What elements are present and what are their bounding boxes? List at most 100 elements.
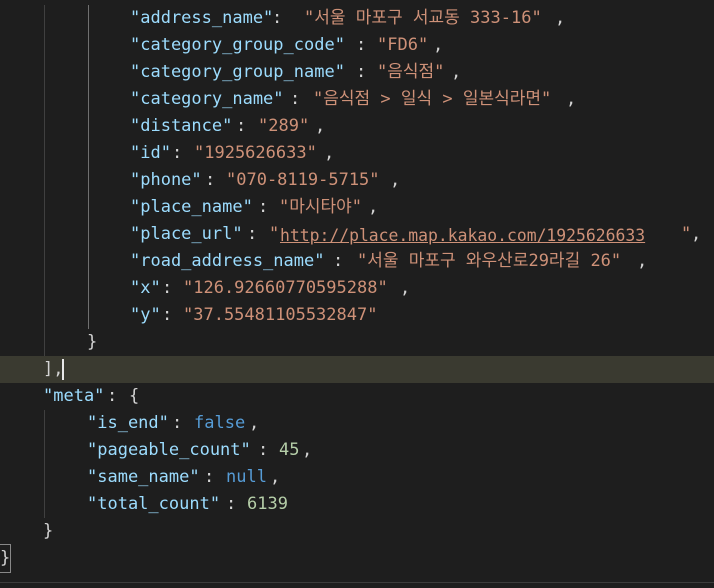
json-colon: : xyxy=(356,35,377,55)
json-string-value: "서울 마포구 와우산로29라길 26" xyxy=(357,251,622,271)
code-line-total-count[interactable]: "total_count" : 6139 xyxy=(0,491,714,518)
code-line-place-url[interactable]: "place_url" : " http://place.map.kakao.c… xyxy=(0,221,714,248)
json-colon: : xyxy=(172,143,193,163)
json-comma: , xyxy=(390,170,401,190)
indent-guide xyxy=(44,329,45,356)
indent-guide xyxy=(44,113,45,140)
indent-guide xyxy=(44,5,45,32)
json-colon: : xyxy=(236,116,257,136)
json-boolean-value: false xyxy=(194,413,246,433)
json-colon: : xyxy=(272,8,293,28)
indent-guide xyxy=(44,437,45,464)
json-comma: , xyxy=(315,116,326,136)
code-line-phone[interactable]: "phone" : "070-8119-5715" , xyxy=(0,167,714,194)
json-colon: : xyxy=(162,305,183,325)
code-line-category-name[interactable]: "category_name" : "음식점 > 일식 > 일본식라면" , xyxy=(0,86,714,113)
code-line-is-end[interactable]: "is_end" : false , xyxy=(0,410,714,437)
json-number-value: 45 xyxy=(279,440,300,460)
indent-guide xyxy=(88,167,89,194)
indent-guide xyxy=(44,302,45,329)
json-colon: : xyxy=(333,251,354,271)
code-line-x[interactable]: "x" : "126.92660770595288" , xyxy=(0,275,714,302)
indent-guide xyxy=(88,86,89,113)
json-key: "phone" xyxy=(130,170,202,190)
code-line-road-address-name[interactable]: "road_address_name" : "서울 마포구 와우산로29라길 2… xyxy=(0,248,714,275)
code-line-id[interactable]: "id" : "1925626633" , xyxy=(0,140,714,167)
json-colon: : xyxy=(247,224,268,244)
json-string-value: "289" xyxy=(258,116,310,136)
indent-guide xyxy=(88,32,89,59)
indent-guide xyxy=(44,410,45,437)
json-string-value: "음식점" xyxy=(377,62,445,82)
code-line-object-close[interactable]: } xyxy=(0,329,714,356)
code-line-array-close[interactable]: ], xyxy=(0,356,714,383)
indent-guide xyxy=(88,194,89,221)
json-key: "category_name" xyxy=(130,89,284,109)
json-key: "place_name" xyxy=(130,197,253,217)
code-line-root-close[interactable]: } xyxy=(0,544,714,573)
code-editor[interactable]: "address_name" : "서울 마포구 서교동 333-16" , "… xyxy=(0,0,714,588)
code-line-pageable-count[interactable]: "pageable_count" : 45 , xyxy=(0,437,714,464)
indent-guide xyxy=(44,491,45,518)
json-key: "y" xyxy=(130,305,161,325)
code-line-meta-close[interactable]: } xyxy=(0,518,714,545)
json-key: "place_url" xyxy=(130,224,243,244)
text-cursor xyxy=(62,359,64,380)
closing-brace-matched: } xyxy=(0,544,12,573)
json-string-value: "126.92660770595288" xyxy=(183,278,388,298)
indent-guide xyxy=(44,194,45,221)
indent-guide xyxy=(88,140,89,167)
indent-guide xyxy=(44,140,45,167)
json-colon: : xyxy=(172,413,193,433)
json-number-value: 6139 xyxy=(247,494,288,514)
json-comma: , xyxy=(451,62,462,82)
indent-guide xyxy=(44,275,45,302)
json-key: "x" xyxy=(130,278,161,298)
json-colon: : xyxy=(258,197,279,217)
json-string-value: "서울 마포구 서교동 333-16" xyxy=(304,8,542,28)
json-quote: " xyxy=(269,224,280,244)
json-key: "is_end" xyxy=(87,413,169,433)
json-key: "road_address_name" xyxy=(130,251,325,271)
code-line-address-name[interactable]: "address_name" : "서울 마포구 서교동 333-16" , xyxy=(0,5,714,32)
indent-guide xyxy=(88,59,89,86)
json-key: "category_group_name" xyxy=(130,62,345,82)
json-comma: , xyxy=(566,89,577,109)
json-colon: : xyxy=(204,467,225,487)
json-key: "pageable_count" xyxy=(87,440,251,460)
json-key: "category_group_code" xyxy=(130,35,345,55)
code-line-distance[interactable]: "distance" : "289" , xyxy=(0,113,714,140)
indent-guide xyxy=(44,86,45,113)
closing-brace: } xyxy=(87,332,98,352)
closing-brace: } xyxy=(43,521,54,541)
json-key: "same_name" xyxy=(87,467,200,487)
json-comma: , xyxy=(637,251,648,271)
indent-guide xyxy=(44,221,45,248)
code-line-meta[interactable]: "meta" : { xyxy=(0,383,714,410)
place-url-link[interactable]: http://place.map.kakao.com/1925626633 xyxy=(280,222,645,249)
json-null-value: null xyxy=(226,467,267,487)
json-string-value: "FD6" xyxy=(377,35,429,55)
indent-guide xyxy=(44,59,45,86)
code-line-same-name[interactable]: "same_name" : null , xyxy=(0,464,714,491)
json-comma: , xyxy=(368,197,379,217)
indent-guide xyxy=(88,113,89,140)
json-string-value: "음식점 > 일식 > 일본식라면" xyxy=(313,89,552,109)
json-colon: : xyxy=(162,278,183,298)
json-colon: : xyxy=(205,170,226,190)
json-key: "id" xyxy=(130,143,171,163)
code-line-category-group-name[interactable]: "category_group_name" : "음식점" , xyxy=(0,59,714,86)
code-line-category-group-code[interactable]: "category_group_code" : "FD6" , xyxy=(0,32,714,59)
indent-guide xyxy=(44,464,45,491)
json-colon: : xyxy=(290,89,311,109)
editor-bottom-border xyxy=(0,582,714,583)
json-colon: : xyxy=(356,62,377,82)
code-line-y[interactable]: "y" : "37.55481105532847" xyxy=(0,302,714,329)
json-comma: , xyxy=(270,467,281,487)
indent-guide xyxy=(44,248,45,275)
json-comma: , xyxy=(555,8,566,28)
code-line-place-name[interactable]: "place_name" : "마시타야" , xyxy=(0,194,714,221)
json-string-value: "마시타야" xyxy=(279,197,363,217)
json-comma: , xyxy=(691,224,702,244)
indent-guide xyxy=(88,302,89,329)
